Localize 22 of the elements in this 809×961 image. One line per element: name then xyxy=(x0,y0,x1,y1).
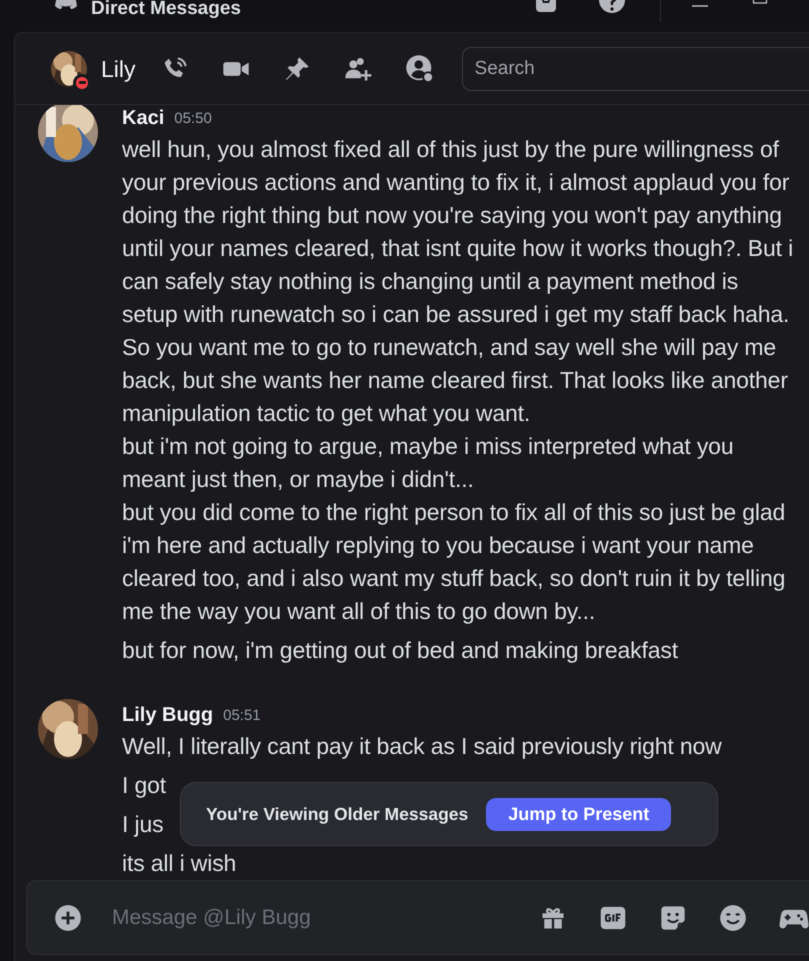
window-title: Direct Messages xyxy=(91,0,241,21)
timestamp: 05:50 xyxy=(174,110,212,127)
jump-to-present-button[interactable]: Jump to Present xyxy=(486,798,672,830)
message-text: Well, I literally cant pay it back as I said previously right now xyxy=(122,732,722,761)
timestamp: 05:51 xyxy=(223,707,261,724)
sticker-icon[interactable] xyxy=(659,904,687,932)
add-icon[interactable] xyxy=(54,904,82,932)
message-text: but you did come to the right person to fix all of this so just be glad i'm here and actually replying to you because i want your name cleared too, and i also want my stuff back, so don't ruin it by telling me the way you want all of this to go down by... xyxy=(122,498,786,626)
message-text: well hun, you almost fixed all of this just by the pure willingness of your previous actions and wanting to fix it, i almost applaud you for doing the right thing but now you're saying you won't pay anything until your names cleared, that isnt quite how it works though?. But i can safely stay nothing is changing until a payment method is setup with runewatch so i can be assured i get my staff back haha. So you want me to go to runewatch, and say well she will pay me back, but she wants her name cleared first. That looks like another manipulation tactic to get what you want. xyxy=(122,135,794,428)
smiley-face-icon[interactable] xyxy=(719,904,747,932)
user-profile-icon[interactable] xyxy=(404,54,435,84)
message-text: its all i wish xyxy=(122,849,236,878)
message-text: but for now, i'm getting out of bed and making breakfast xyxy=(122,636,678,665)
message-text: but i'm not going to argue, maybe i miss interpreted what you meant just then, or maybe i didn't... xyxy=(122,432,734,494)
author-name[interactable]: Kaci xyxy=(122,107,164,130)
message-field[interactable]: Message @Lily Bugg xyxy=(110,904,539,930)
user-name: Lily xyxy=(101,54,136,82)
message-text: I got xyxy=(122,771,166,800)
banner-text: You're Viewing Older Messages xyxy=(206,804,468,824)
message-text: I jus xyxy=(122,810,164,839)
author-name[interactable]: Lily Bugg xyxy=(122,704,214,727)
search-field[interactable]: Search xyxy=(462,46,809,90)
